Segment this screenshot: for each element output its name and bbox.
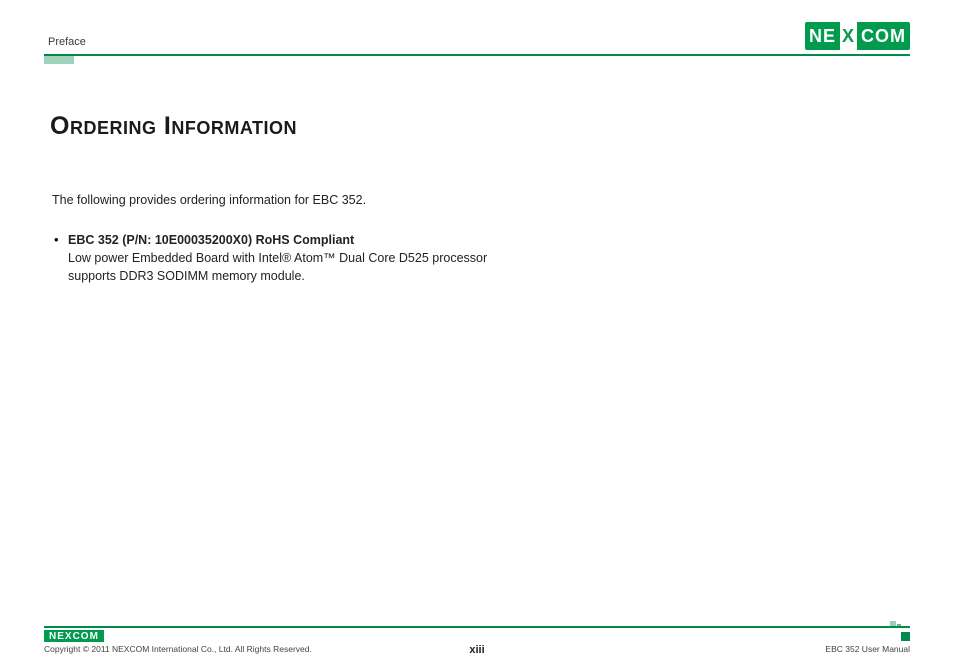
logo-part-com: COM [857,22,910,50]
nexcom-logo: NE X• COM [805,22,910,50]
footer-bar: NEXCOM [44,626,910,642]
copyright-text: Copyright © 2011 NEXCOM International Co… [44,644,312,654]
footer-squares-icon [890,621,910,641]
footer-meta: Copyright © 2011 NEXCOM International Co… [44,642,910,672]
footer-logo: NEXCOM [44,630,104,642]
intro-text: The following provides ordering informat… [50,193,910,207]
section-label: Preface [44,36,86,50]
list-item: EBC 352 (P/N: 10E00035200X0) RoHS Compli… [68,231,490,285]
logo-part-x: X• [840,22,857,50]
header-tab-mark [44,54,74,64]
page-number: xiii [469,644,484,656]
item-title: EBC 352 (P/N: 10E00035200X0) RoHS Compli… [68,233,354,247]
logo-part-ne: NE [805,22,840,50]
ordering-list: EBC 352 (P/N: 10E00035200X0) RoHS Compli… [50,231,490,285]
item-description: Low power Embedded Board with Intel® Ato… [68,249,490,285]
page-content: Ordering Information The following provi… [44,56,910,626]
page-header: Preface NE X• COM [44,22,910,56]
page-title: Ordering Information [50,112,910,141]
document-name: EBC 352 User Manual [825,644,910,654]
page-footer: NEXCOM Copyright © 2011 NEXCOM Internati… [44,626,910,672]
